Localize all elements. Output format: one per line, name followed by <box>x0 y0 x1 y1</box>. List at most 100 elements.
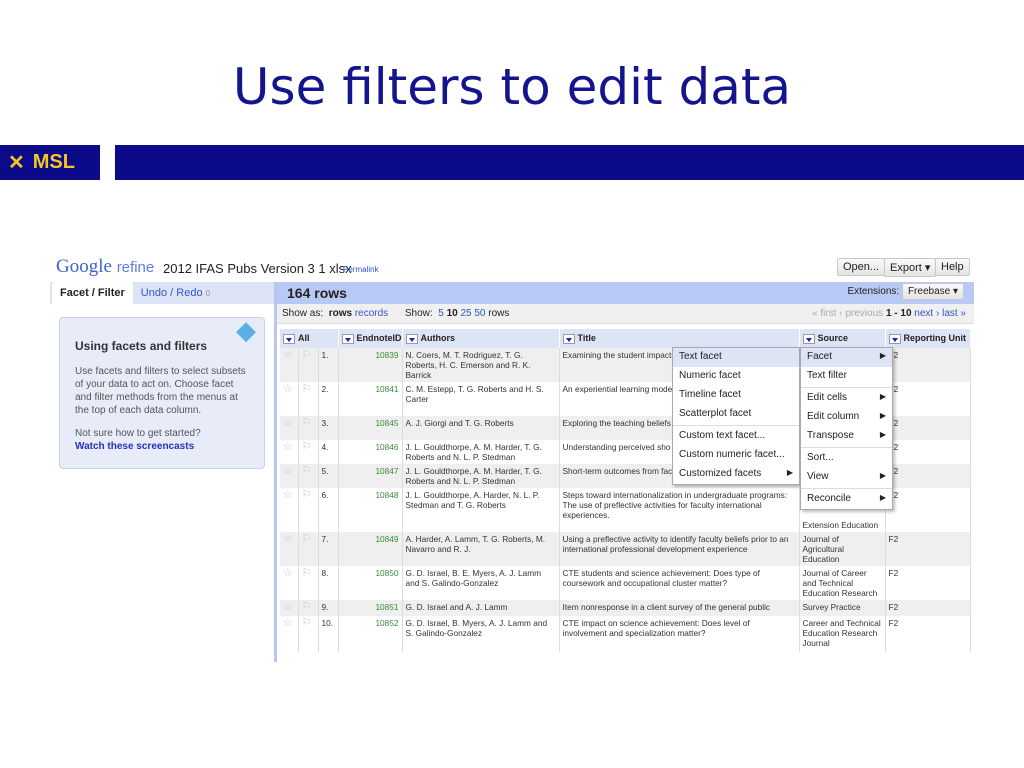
facet-menu-item[interactable]: Scatterplot facet <box>673 405 799 424</box>
permalink[interactable]: Permalink <box>343 265 379 274</box>
endnote-id-cell[interactable]: 10845 <box>338 416 403 440</box>
column-menu-icon[interactable] <box>283 333 295 344</box>
flag-icon[interactable]: ⚐ <box>298 440 319 464</box>
column-menu-icon[interactable] <box>341 333 354 344</box>
star-icon[interactable]: ☆ <box>280 464 299 488</box>
star-icon[interactable]: ☆ <box>280 566 299 600</box>
project-name[interactable]: 2012 IFAS Pubs Version 3 1 xlsx <box>163 261 352 276</box>
flag-icon[interactable]: ⚐ <box>298 416 319 440</box>
star-icon[interactable]: ☆ <box>280 600 299 616</box>
column-menu-icon[interactable] <box>802 333 815 344</box>
flag-icon[interactable]: ⚐ <box>298 616 319 652</box>
first-page-link[interactable]: « first <box>812 308 836 319</box>
reporting-unit-cell[interactable]: F2 <box>885 616 971 652</box>
endnote-id-cell[interactable]: 10839 <box>338 348 403 382</box>
endnote-id-cell[interactable]: 10850 <box>338 566 403 600</box>
column-menu-icon[interactable] <box>562 333 575 344</box>
column-header-authors[interactable]: Authors <box>402 329 560 348</box>
reporting-unit-cell[interactable]: F2 <box>885 566 971 600</box>
reporting-unit-cell[interactable]: F2 <box>885 416 971 440</box>
star-icon[interactable]: ☆ <box>280 616 299 652</box>
facet-menu-item[interactable]: Text facet <box>673 348 799 367</box>
column-menu-icon[interactable] <box>405 333 418 344</box>
flag-icon[interactable]: ⚐ <box>298 566 319 600</box>
star-icon[interactable]: ☆ <box>280 440 299 464</box>
column-header-endnoteid[interactable]: EndnoteID <box>338 329 403 348</box>
page-size-5[interactable]: 5 <box>438 308 444 319</box>
column-menu-item[interactable]: View ▶ <box>801 468 892 487</box>
page-size-50[interactable]: 50 <box>474 308 485 319</box>
flag-icon[interactable]: ⚐ <box>298 488 319 532</box>
column-menu-item[interactable]: Edit column ▶ <box>801 408 892 427</box>
reporting-unit-cell[interactable]: F2 <box>885 464 971 488</box>
source-cell[interactable]: Journal of Career and Technical Educatio… <box>799 566 886 600</box>
last-page-link[interactable]: last » <box>942 308 966 319</box>
page-size-25[interactable]: 25 <box>460 308 471 319</box>
reporting-unit-cell[interactable]: F2 <box>885 600 971 616</box>
page-size-10[interactable]: 10 <box>447 308 458 319</box>
source-cell[interactable]: Journal of Agricultural Education <box>799 532 886 566</box>
endnote-id-cell[interactable]: 10851 <box>338 600 403 616</box>
authors-cell[interactable]: G. D. Israel, B. Myers, A. J. Lamm and S… <box>402 616 560 652</box>
screencasts-link[interactable]: Watch these screencasts <box>75 441 194 452</box>
tab-facet-filter[interactable]: Facet / Filter <box>52 282 133 304</box>
authors-cell[interactable]: A. Harder, A. Lamm, T. G. Roberts, M. Na… <box>402 532 560 566</box>
authors-cell[interactable]: N. Coers, M. T. Rodriguez, T. G. Roberts… <box>402 348 560 382</box>
column-menu-icon[interactable] <box>888 333 901 344</box>
flag-icon[interactable]: ⚐ <box>298 348 319 382</box>
star-icon[interactable]: ☆ <box>280 348 299 382</box>
authors-cell[interactable]: G. D. Israel, B. E. Myers, A. J. Lamm an… <box>402 566 560 600</box>
reporting-unit-cell[interactable]: F2 <box>885 348 971 382</box>
authors-cell[interactable]: J. L. Gouldthorpe, A. M. Harder, T. G. R… <box>402 464 560 488</box>
endnote-id-cell[interactable]: 10841 <box>338 382 403 416</box>
endnote-id-cell[interactable]: 10846 <box>338 440 403 464</box>
column-menu-item[interactable]: Sort... <box>801 449 892 468</box>
authors-cell[interactable]: A. J. Giorgi and T. G. Roberts <box>402 416 560 440</box>
title-cell[interactable]: CTE impact on science achievement: Does … <box>559 616 800 652</box>
facet-menu-item[interactable]: Custom numeric facet... <box>673 446 799 465</box>
tab-undo-redo[interactable]: Undo / Redo 0 <box>133 282 218 304</box>
freebase-button[interactable]: Freebase ▾ <box>901 283 964 300</box>
title-cell[interactable]: Steps toward internationalization in und… <box>559 488 800 532</box>
source-cell[interactable]: Survey Practice <box>799 600 886 616</box>
next-page-link[interactable]: next › <box>914 308 939 319</box>
authors-cell[interactable]: G. D. Israel and A. J. Lamm <box>402 600 560 616</box>
show-records-option[interactable]: records <box>355 308 388 319</box>
flag-icon[interactable]: ⚐ <box>298 532 319 566</box>
flag-icon[interactable]: ⚐ <box>298 382 319 416</box>
star-icon[interactable]: ☆ <box>280 416 299 440</box>
title-cell[interactable]: Item nonresponse in a client survey of t… <box>559 600 800 616</box>
facet-menu-item[interactable]: Customized facets ▶ <box>673 465 799 484</box>
endnote-id-cell[interactable]: 10848 <box>338 488 403 532</box>
column-header-reporting-unit[interactable]: Reporting Unit <box>885 329 971 348</box>
column-menu-item[interactable]: Edit cells ▶ <box>801 389 892 408</box>
export-button[interactable]: Export ▾ <box>884 258 937 277</box>
column-menu-item[interactable]: Transpose ▶ <box>801 427 892 446</box>
column-menu-item[interactable]: Facet ▶ <box>801 348 892 367</box>
authors-cell[interactable]: C. M. Estepp, T. G. Roberts and H. S. Ca… <box>402 382 560 416</box>
column-header-all[interactable]: All <box>280 329 339 348</box>
endnote-id-cell[interactable]: 10849 <box>338 532 403 566</box>
authors-cell[interactable]: J. L. Gouldthorpe, A. M. Harder, T. G. R… <box>402 440 560 464</box>
reporting-unit-cell[interactable]: F2 <box>885 440 971 464</box>
endnote-id-cell[interactable]: 10852 <box>338 616 403 652</box>
source-cell[interactable]: Career and Technical Education Research … <box>799 616 886 652</box>
column-header-source[interactable]: Source <box>799 329 886 348</box>
open-button[interactable]: Open... <box>837 258 886 276</box>
star-icon[interactable]: ☆ <box>280 488 299 532</box>
facet-menu-item[interactable]: Numeric facet <box>673 367 799 386</box>
star-icon[interactable]: ☆ <box>280 532 299 566</box>
title-cell[interactable]: CTE students and science achievement: Do… <box>559 566 800 600</box>
reporting-unit-cell[interactable]: F2 <box>885 532 971 566</box>
reporting-unit-cell[interactable]: F2 <box>885 382 971 416</box>
show-rows-option[interactable]: rows <box>329 308 352 319</box>
help-button[interactable]: Help <box>935 258 970 276</box>
column-menu-item[interactable]: Text filter <box>801 367 892 386</box>
authors-cell[interactable]: J. L. Gouldthorpe, A. Harder, N. L. P. S… <box>402 488 560 532</box>
column-header-title[interactable]: Title <box>559 329 800 348</box>
reporting-unit-cell[interactable]: F2 <box>885 488 971 532</box>
title-cell[interactable]: Using a preflective activity to identify… <box>559 532 800 566</box>
flag-icon[interactable]: ⚐ <box>298 600 319 616</box>
star-icon[interactable]: ☆ <box>280 382 299 416</box>
endnote-id-cell[interactable]: 10847 <box>338 464 403 488</box>
